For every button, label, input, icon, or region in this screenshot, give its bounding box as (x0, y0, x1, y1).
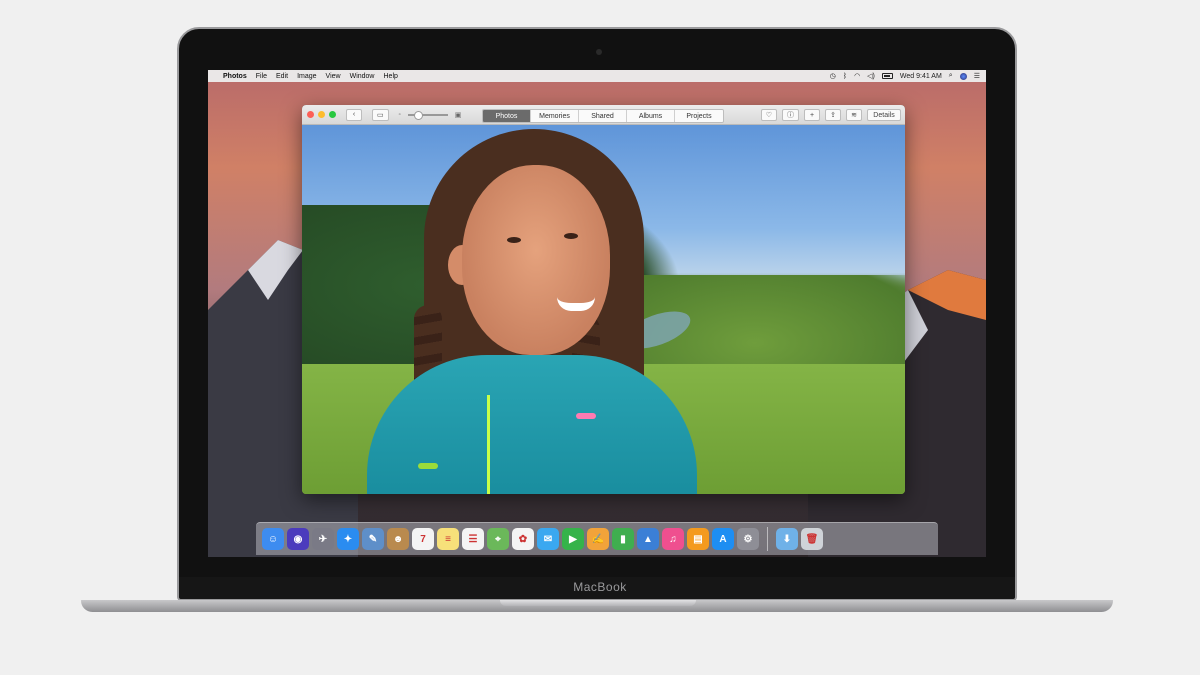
menu-app-name[interactable]: Photos (223, 73, 247, 80)
zoom-slider[interactable] (407, 110, 448, 120)
small-thumbnail-icon: ▫ (398, 111, 401, 118)
photo-eye-right (564, 233, 578, 239)
spotlight-icon[interactable]: ⌕ (949, 72, 953, 80)
bluetooth-icon[interactable]: ᛒ (843, 73, 847, 80)
app-store-icon[interactable]: A (712, 528, 734, 550)
photos-icon[interactable]: ✿ (512, 528, 534, 550)
facetime-icon[interactable]: ▶ (562, 528, 584, 550)
toolbar-tools: ♡ ⓘ + ⇪ ≋ Details (760, 109, 901, 121)
ibooks-icon[interactable]: ▤ (687, 528, 709, 550)
share-icon: ⇪ (830, 112, 836, 119)
large-thumbnail-icon: ▣ (454, 111, 462, 119)
plus-icon: + (809, 111, 815, 119)
calendar-icon[interactable]: 7 (412, 528, 434, 550)
share-button[interactable]: ⇪ (825, 109, 841, 121)
siri-icon[interactable] (959, 72, 967, 80)
add-button[interactable]: + (804, 109, 820, 121)
photo-viewer[interactable] (302, 125, 905, 494)
menu-window[interactable]: Window (350, 73, 375, 80)
wifi-icon[interactable]: ◠ (854, 72, 860, 80)
sidebar-toggle-button[interactable]: ▭ (372, 108, 389, 121)
photo-face (462, 165, 610, 355)
back-button[interactable]: ‹ (346, 108, 362, 121)
heart-icon: ♡ (765, 112, 772, 119)
menu-edit[interactable]: Edit (276, 73, 288, 80)
menu-view[interactable]: View (326, 73, 341, 80)
menu-help[interactable]: Help (384, 73, 398, 80)
favorite-button[interactable]: ♡ (760, 109, 777, 121)
preview-icon[interactable]: ✎ (362, 528, 384, 550)
tab-shared[interactable]: Shared (579, 110, 627, 122)
notification-center-icon[interactable]: ☰ (974, 72, 980, 80)
sidebar-icon: ▭ (377, 111, 384, 119)
camera (596, 49, 602, 55)
messages-icon[interactable]: ✉ (537, 528, 559, 550)
info-button[interactable]: ⓘ (782, 109, 799, 121)
photo-hairtie-left (418, 463, 438, 469)
photo-eye-left (507, 237, 521, 243)
battery-icon[interactable] (881, 73, 893, 79)
view-tabs: Photos Memories Shared Albums Projects (482, 109, 724, 123)
safari-icon[interactable]: ✦ (337, 528, 359, 550)
close-button[interactable] (307, 111, 314, 118)
sliders-icon: ≋ (851, 112, 857, 119)
photos-window: ‹ ▭ ▫ ▣ Photos Memories Shared Albums Pr… (302, 105, 905, 494)
tab-photos[interactable]: Photos (483, 110, 531, 122)
stage: Photos File Edit Image View Window Help … (0, 0, 1200, 675)
screen: Photos File Edit Image View Window Help … (208, 70, 986, 557)
menu-image[interactable]: Image (297, 73, 316, 80)
finder-icon[interactable]: ☺ (262, 528, 284, 550)
pages-icon[interactable]: ✍ (587, 528, 609, 550)
laptop-notch (500, 600, 696, 606)
dock: ☺ ◉ ✈ ✦ ✎ ☻ 7 ≡ ☰ ⌖ ✿ ✉ ▶ ✍ ▮ ▲ ♫ ▤ A ⚙ ⬇ 🗑 (256, 522, 938, 555)
status-area: ◷ ᛒ ◠ ◁) Wed 9:41 AM ⌕ ☰ (830, 72, 980, 80)
minimize-button[interactable] (318, 111, 325, 118)
system-preferences-icon[interactable]: ⚙ (737, 528, 759, 550)
menu-bar: Photos File Edit Image View Window Help … (208, 70, 986, 82)
window-toolbar: ‹ ▭ ▫ ▣ Photos Memories Shared Albums Pr… (302, 105, 905, 125)
device-brand: MacBook (573, 580, 627, 594)
tab-memories[interactable]: Memories (531, 110, 579, 122)
launchpad-icon[interactable]: ✈ (312, 528, 334, 550)
adjust-button[interactable]: ≋ (846, 109, 862, 121)
tab-projects[interactable]: Projects (675, 110, 723, 122)
info-icon: ⓘ (787, 112, 794, 119)
menu-file[interactable]: File (256, 73, 267, 80)
chevron-left-icon: ‹ (352, 111, 356, 118)
itunes-icon[interactable]: ♫ (662, 528, 684, 550)
volume-icon[interactable]: ◁) (867, 72, 875, 80)
dock-separator (767, 527, 768, 551)
numbers-icon[interactable]: ▮ (612, 528, 634, 550)
fullscreen-button[interactable] (329, 111, 336, 118)
time-machine-icon[interactable]: ◷ (830, 72, 836, 80)
reminders-icon[interactable]: ☰ (462, 528, 484, 550)
clock[interactable]: Wed 9:41 AM (900, 73, 942, 80)
keynote-icon[interactable]: ▲ (637, 528, 659, 550)
details-button[interactable]: Details (867, 109, 901, 121)
trash-icon[interactable]: 🗑 (801, 528, 823, 550)
maps-icon[interactable]: ⌖ (487, 528, 509, 550)
notes-icon[interactable]: ≡ (437, 528, 459, 550)
tab-albums[interactable]: Albums (627, 110, 675, 122)
siri-icon[interactable]: ◉ (287, 528, 309, 550)
photo-zipper (487, 395, 490, 494)
downloads-icon[interactable]: ⬇ (776, 528, 798, 550)
photo-hairtie-right (576, 413, 596, 419)
contacts-icon[interactable]: ☻ (387, 528, 409, 550)
